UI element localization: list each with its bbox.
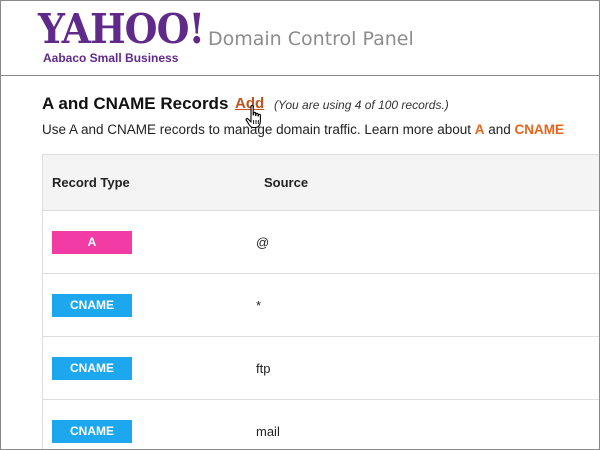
record-type-badge: CNAME: [52, 420, 132, 443]
table-row[interactable]: CNAME ftp: [43, 337, 599, 400]
record-type-badge: CNAME: [52, 294, 132, 317]
record-source: ftp: [256, 361, 271, 376]
yahoo-logo[interactable]: YAHOO! Aabaco Small Business: [38, 7, 205, 69]
record-type-badge: A: [52, 231, 132, 254]
browser-frame: YAHOO! Aabaco Small Business Domain Cont…: [0, 0, 600, 450]
logo-subtitle: Aabaco Small Business: [43, 51, 179, 65]
record-type-badge: CNAME: [52, 357, 132, 380]
usage-note: (You are using 4 of 100 records.): [274, 98, 449, 112]
column-header-source[interactable]: Source: [264, 175, 308, 190]
description-and: and: [484, 122, 515, 137]
section-title: A and CNAME Records: [42, 94, 229, 113]
record-source: mail: [256, 424, 280, 439]
section-description: Use A and CNAME records to manage domain…: [42, 122, 564, 137]
table-row[interactable]: CNAME mail: [43, 400, 599, 449]
table-row[interactable]: A @: [43, 211, 599, 274]
app-title: Domain Control Panel: [208, 28, 414, 50]
learn-cname-link[interactable]: CNAME: [515, 122, 565, 137]
column-header-record-type[interactable]: Record Type: [52, 175, 130, 190]
hand-pointer-icon: [245, 104, 261, 129]
record-source: @: [256, 235, 270, 250]
logo-wordmark: YAHOO!: [38, 5, 205, 53]
page-header: YAHOO! Aabaco Small Business Domain Cont…: [1, 1, 599, 76]
table-header: Record Type Source: [43, 155, 599, 211]
record-source: *: [256, 298, 262, 313]
table-row[interactable]: CNAME *: [43, 274, 599, 337]
records-table: Record Type Source A @ CNAME * CNAME ftp…: [42, 154, 599, 449]
